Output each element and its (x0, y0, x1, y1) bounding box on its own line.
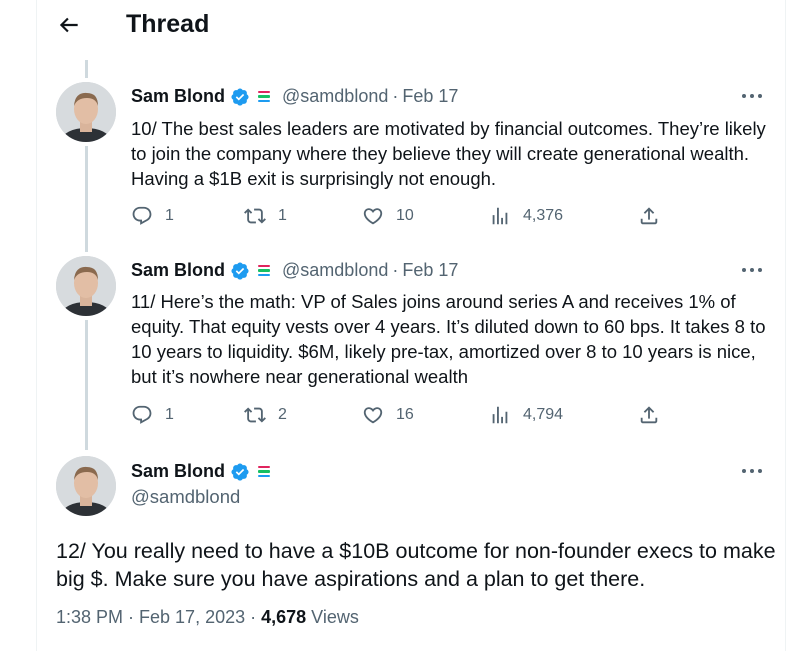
like-button[interactable]: 10 (362, 205, 414, 227)
tweet-text: 12/ You really need to have a $10B outco… (56, 539, 776, 591)
more-icon[interactable] (740, 91, 764, 101)
views-count: 4,794 (523, 406, 564, 423)
reply-button[interactable]: 1 (131, 205, 174, 227)
share-icon (640, 406, 658, 424)
flag-icon (258, 264, 271, 278)
tweet-header: Sam Blond @samdblond · Feb 17 (131, 260, 458, 281)
thread-connector (85, 146, 88, 252)
reply-count: 1 (165, 406, 174, 423)
tweet-text: 10/ The best sales leaders are motivated… (131, 118, 766, 189)
flag-icon (258, 465, 271, 479)
share-icon (640, 207, 658, 225)
like-button[interactable]: 16 (362, 404, 414, 426)
avatar[interactable] (56, 256, 116, 316)
views-label: Views (306, 607, 359, 627)
tweet-actions: 1 1 10 4,376 (131, 205, 671, 229)
thread-connector (85, 320, 88, 450)
share-button[interactable] (638, 205, 660, 227)
views-count: 4,376 (523, 207, 564, 224)
reply-icon (132, 405, 152, 424)
retweet-button[interactable]: 1 (244, 205, 287, 227)
back-arrow-icon[interactable] (56, 12, 82, 38)
handle[interactable]: @samdblond (282, 260, 388, 281)
like-count: 10 (396, 207, 414, 224)
tweet-header: Sam Blond (131, 461, 271, 482)
like-count: 16 (396, 406, 414, 423)
tweet-actions: 1 2 16 4,794 (131, 404, 671, 428)
tweet-meta: 1:38 PM · Feb 17, 2023 · 4,678 Views (56, 607, 359, 628)
views-icon (492, 207, 508, 225)
verified-badge-icon (231, 462, 249, 481)
reply-button[interactable]: 1 (131, 404, 174, 426)
separator: · (392, 86, 399, 106)
avatar[interactable] (56, 456, 116, 516)
views-button[interactable]: 4,794 (489, 404, 563, 426)
flag-icon (258, 90, 271, 104)
page-title: Thread (126, 10, 210, 38)
handle[interactable]: @samdblond (131, 486, 240, 508)
views-count: 4,678 (261, 607, 307, 627)
more-icon[interactable] (740, 265, 764, 275)
verified-badge-icon (231, 261, 249, 280)
views-button[interactable]: 4,376 (489, 205, 563, 227)
verified-badge-icon (231, 87, 249, 106)
display-name[interactable]: Sam Blond (131, 86, 225, 107)
timestamp[interactable]: 1:38 PM · Feb 17, 2023 · (56, 607, 261, 627)
display-name[interactable]: Sam Blond (131, 461, 225, 482)
tweet-date[interactable]: Feb 17 (402, 86, 458, 107)
like-icon (363, 407, 383, 424)
reply-icon (132, 206, 152, 225)
retweet-count: 1 (278, 207, 287, 224)
avatar[interactable] (56, 82, 116, 142)
handle[interactable]: @samdblond (282, 86, 388, 107)
retweet-button[interactable]: 2 (244, 404, 287, 426)
retweet-icon (244, 407, 266, 423)
tweet-header: Sam Blond @samdblond · Feb 17 (131, 86, 458, 107)
display-name[interactable]: Sam Blond (131, 260, 225, 281)
separator: · (392, 260, 399, 280)
thread-connector (85, 60, 88, 78)
tweet-text: 11/ Here’s the math: VP of Sales joins a… (131, 291, 766, 387)
like-icon (363, 208, 383, 225)
tweet-date[interactable]: Feb 17 (402, 260, 458, 281)
retweet-icon (244, 208, 266, 224)
share-button[interactable] (638, 404, 660, 426)
more-icon[interactable] (740, 466, 764, 476)
views-icon (492, 406, 508, 424)
reply-count: 1 (165, 207, 174, 224)
thread-header: Thread (0, 0, 786, 54)
retweet-count: 2 (278, 406, 287, 423)
